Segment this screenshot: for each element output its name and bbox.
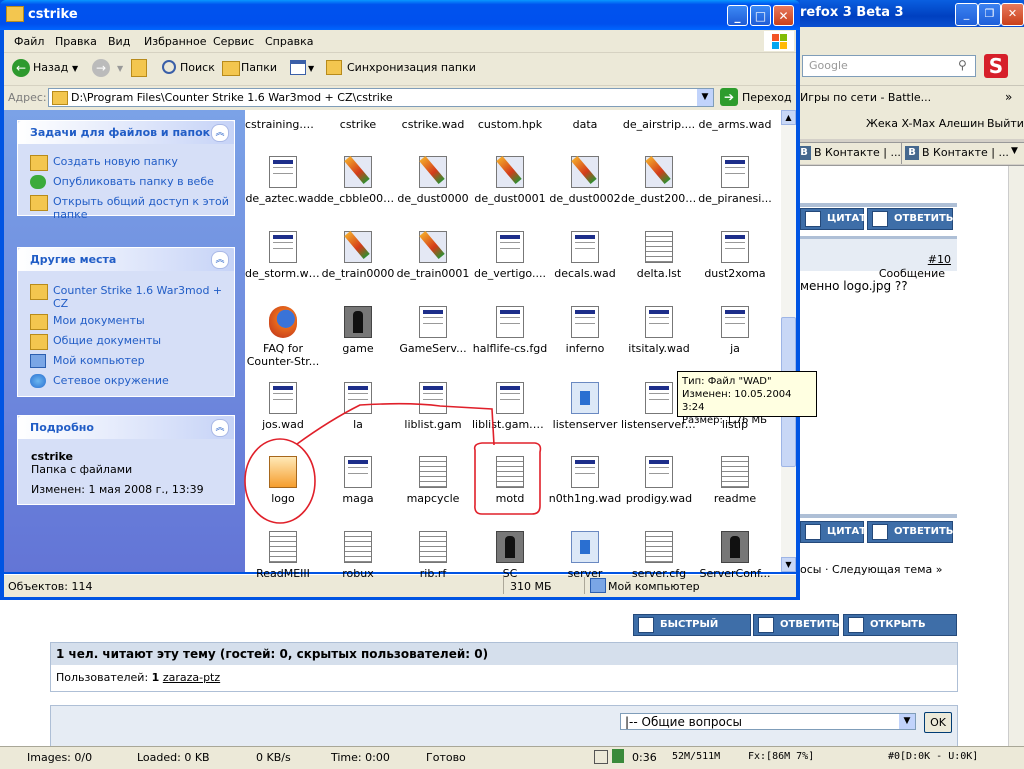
annotation-connector xyxy=(296,402,495,446)
logo-highlight-circle xyxy=(244,438,316,524)
annotation-overlay xyxy=(244,402,542,524)
motd-highlight-box xyxy=(473,442,542,515)
